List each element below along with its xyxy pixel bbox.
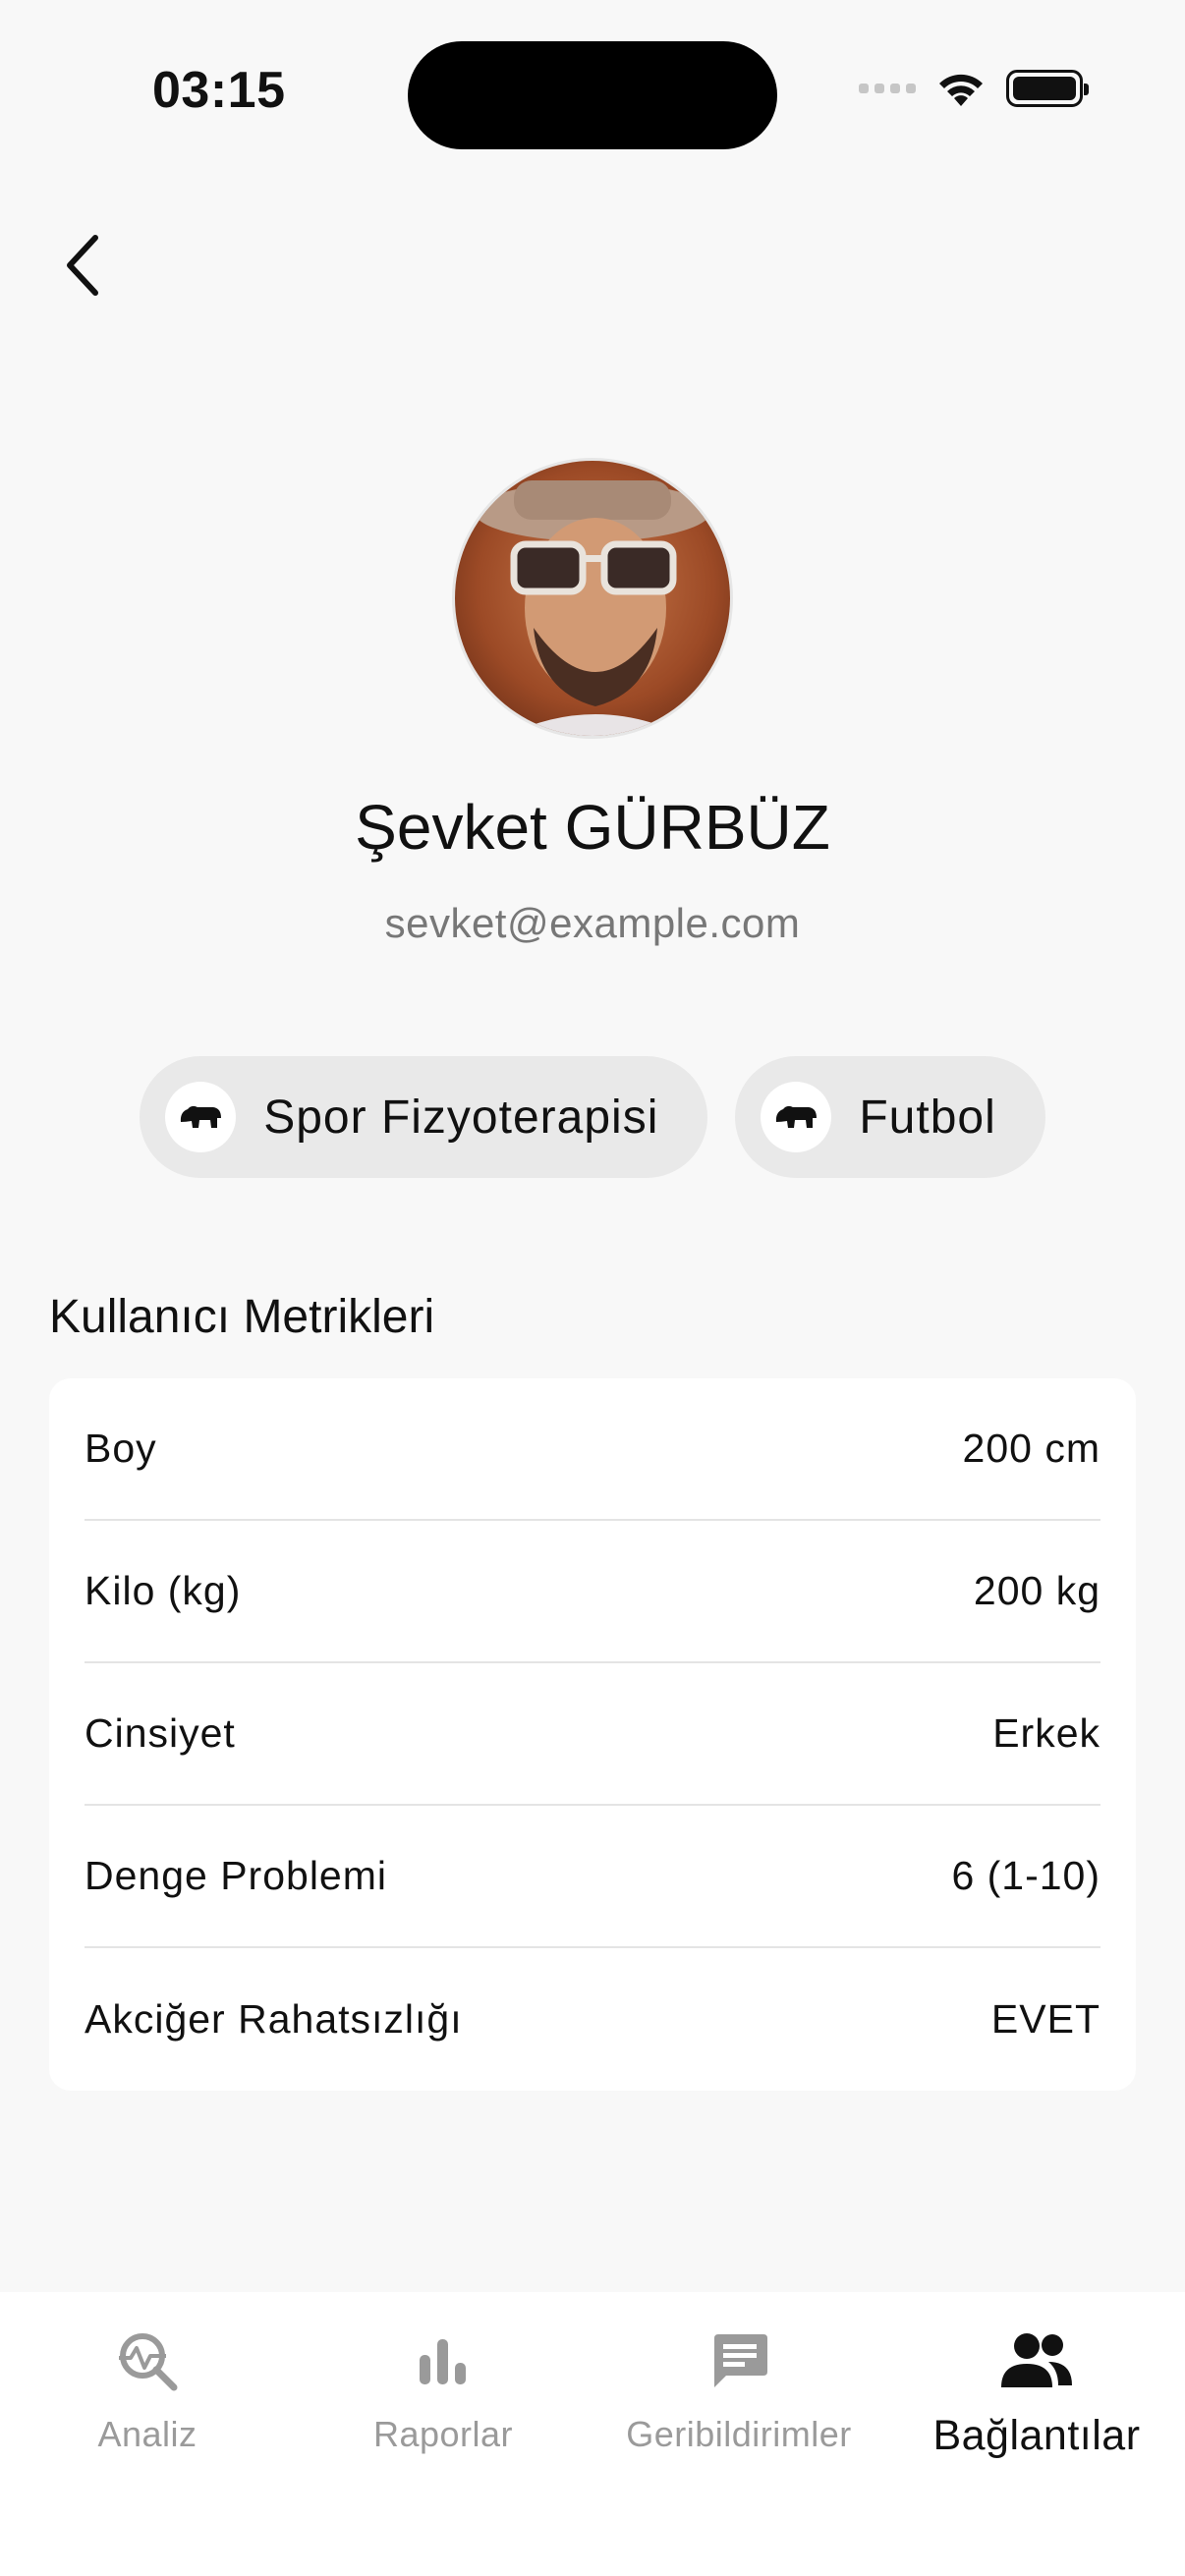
avatar <box>452 458 733 739</box>
metric-label: Kilo (kg) <box>85 1568 242 1613</box>
nav-item-analiz[interactable]: Analiz <box>0 2322 295 2455</box>
nav-item-geribildirimler[interactable]: Geribildirimler <box>592 2322 886 2455</box>
profile-screen: 03:15 Şevket GÜRBÜZ sevket@example.com S… <box>0 0 1185 2576</box>
wifi-icon <box>939 74 983 106</box>
bear-icon <box>761 1082 832 1152</box>
dynamic-island <box>408 41 777 149</box>
metric-label: Boy <box>85 1426 157 1471</box>
metric-row-boy: Boy 200 cm <box>85 1378 1100 1521</box>
back-button[interactable] <box>54 226 113 305</box>
metric-value: 200 cm <box>962 1426 1100 1471</box>
metric-label: Akciğer Rahatsızlığı <box>85 1996 463 2042</box>
people-icon <box>997 2322 1076 2400</box>
metric-row-akciger: Akciğer Rahatsızlığı EVET <box>85 1948 1100 2091</box>
metric-row-denge-problemi: Denge Problemi 6 (1-10) <box>85 1806 1100 1948</box>
status-icons <box>859 69 1089 108</box>
chevron-left-icon <box>67 235 98 296</box>
metric-label: Denge Problemi <box>85 1853 387 1898</box>
nav-label: Geribildirimler <box>626 2414 852 2454</box>
nav-label: Analiz <box>97 2414 198 2454</box>
bear-icon <box>165 1082 237 1152</box>
metric-value: Erkek <box>992 1710 1100 1756</box>
chip-futbol[interactable]: Futbol <box>735 1056 1045 1178</box>
metric-value: 200 kg <box>973 1568 1100 1613</box>
metric-label: Cinsiyet <box>85 1710 236 1756</box>
bottom-nav: Analiz Raporlar Geribildirimler Bağlantı… <box>0 2292 1185 2576</box>
metrics-title: Kullanıcı Metrikleri <box>49 1291 435 1343</box>
nav-label: Raporlar <box>372 2414 514 2454</box>
metric-row-kilo: Kilo (kg) 200 kg <box>85 1521 1100 1663</box>
metric-value: EVET <box>990 1996 1100 2042</box>
chat-message-icon <box>708 2322 769 2400</box>
chip-label: Spor Fizyoterapisi <box>263 1091 659 1144</box>
profile-name: Şevket GÜRBÜZ <box>355 792 830 863</box>
profile-email: sevket@example.com <box>384 900 801 946</box>
nav-item-baglantilar[interactable]: Bağlantılar <box>889 2322 1184 2460</box>
cellular-signal-icon <box>859 84 916 93</box>
status-time: 03:15 <box>152 62 286 119</box>
bar-chart-icon <box>416 2322 471 2400</box>
nav-item-raporlar[interactable]: Raporlar <box>296 2322 591 2455</box>
analysis-search-icon <box>115 2322 180 2400</box>
battery-icon <box>1006 70 1089 107</box>
metric-value: 6 (1-10) <box>951 1853 1100 1898</box>
specialty-chips: Spor Fizyoterapisi Futbol <box>0 1056 1185 1178</box>
metric-row-cinsiyet: Cinsiyet Erkek <box>85 1663 1100 1806</box>
nav-label: Bağlantılar <box>932 2412 1141 2459</box>
metrics-card: Boy 200 cm Kilo (kg) 200 kg Cinsiyet Erk… <box>49 1378 1136 2091</box>
chip-spor-fizyoterapisi[interactable]: Spor Fizyoterapisi <box>140 1056 708 1178</box>
chip-label: Futbol <box>859 1091 996 1144</box>
